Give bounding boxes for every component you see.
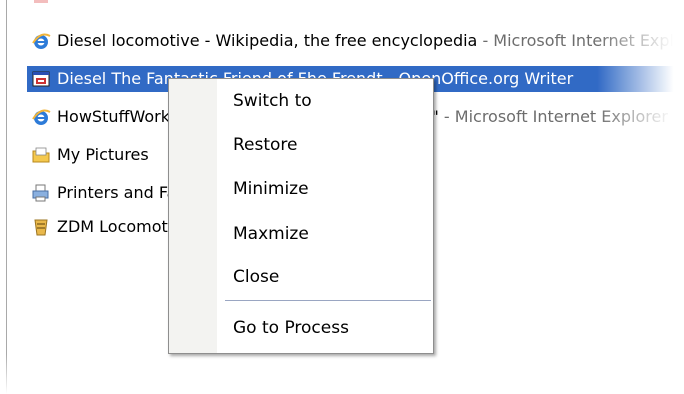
list-item[interactable]: Diesel locomotive - Wikipedia, the free … [27,28,684,54]
menu-item-switch-to[interactable]: Switch to [217,81,431,121]
list-item[interactable] [27,0,684,10]
menu-item-minimize[interactable]: Minimize [217,169,431,209]
menu-icon-gutter [169,79,217,353]
internet-explorer-icon [32,33,51,49]
openoffice-writer-icon [32,71,50,87]
printer-icon [32,184,49,202]
application-name: - Microsoft Internet Explorer [438,107,668,126]
menu-item-maximize[interactable]: Maxmize [217,214,431,254]
menu-item-restore[interactable]: Restore [217,125,431,165]
menu-separator [225,300,431,301]
context-menu: Switch to Restore Minimize Maxmize Close… [168,78,434,354]
window-title: Diesel locomotive - Wikipedia, the free … [57,31,478,50]
internet-explorer-icon [32,109,51,125]
app-icon [34,0,48,3]
window-title: My Pictures [57,145,149,164]
zdm-icon [34,219,48,236]
folder-icon [32,147,50,163]
menu-item-close[interactable]: Close [217,257,431,297]
menu-item-go-to-process[interactable]: Go to Process [217,308,431,348]
application-name: - Microsoft Internet Explorer [477,31,684,50]
